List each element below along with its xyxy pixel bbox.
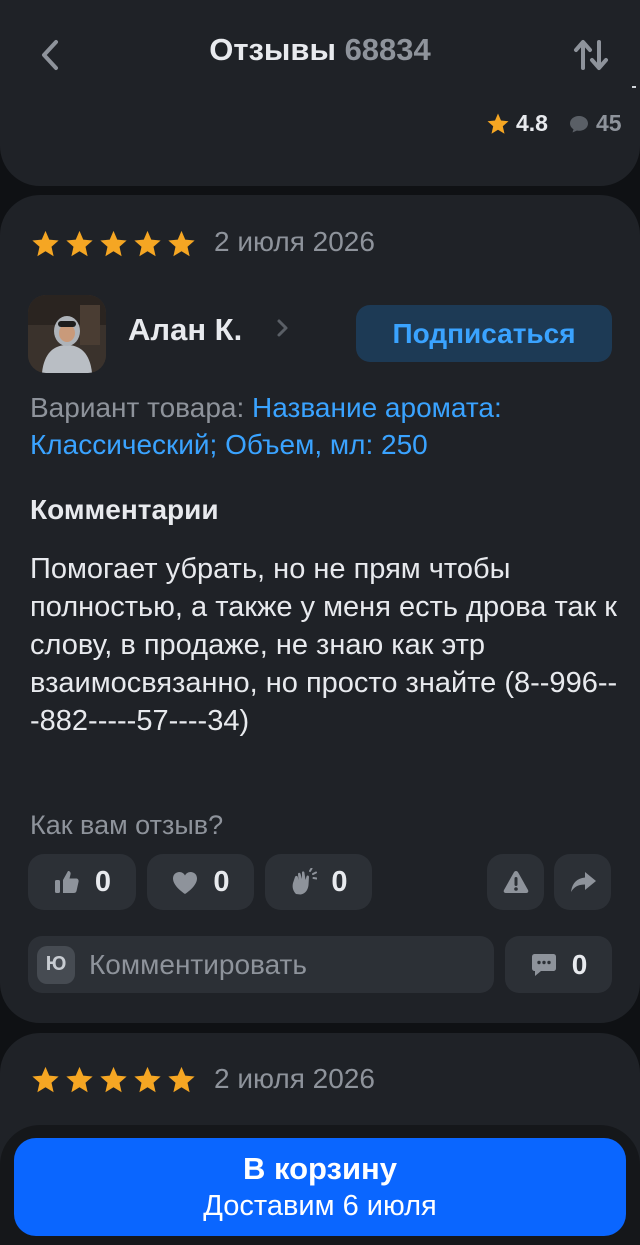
clap-button[interactable]: 0: [265, 854, 372, 910]
author-link[interactable]: [276, 313, 290, 348]
variant-label: Вариант товара:: [30, 392, 245, 423]
product-variant: Вариант товара: Название аромата: Класси…: [30, 389, 620, 463]
comments-heading: Комментарии: [30, 494, 219, 525]
average-rating: 4.8: [516, 110, 548, 136]
page-title: Отзывы 68834: [0, 32, 640, 68]
star-icon: [32, 230, 59, 257]
author-name[interactable]: Алан К.: [128, 312, 242, 348]
rating-stars: [30, 1065, 197, 1095]
star-icon: [168, 1066, 195, 1093]
avatar[interactable]: [28, 295, 106, 373]
star-icon: [134, 230, 161, 257]
reviews-page: Отзывы 68834 4.8 45 2 июля 2026 Алан К. …: [0, 0, 640, 1245]
warning-icon: [503, 871, 528, 893]
thumbs-up-icon: [54, 871, 79, 893]
sort-button[interactable]: [566, 30, 616, 80]
heart-count: 0: [213, 865, 230, 898]
comments-total: 45: [595, 110, 622, 136]
star-icon: [100, 230, 127, 257]
review-count: 68834: [344, 32, 431, 67]
like-count: 0: [94, 865, 112, 898]
chat-icon: [531, 953, 556, 976]
like-button[interactable]: 0: [28, 854, 136, 910]
divider: [632, 86, 636, 88]
review-date: 2 июля 2026: [214, 226, 375, 257]
comments-summary: 45: [568, 110, 622, 137]
chevron-right-icon: [277, 319, 288, 337]
cart-label: В корзину: [242, 1151, 397, 1186]
clap-icon: [293, 868, 318, 895]
comment-count: 0: [571, 948, 588, 980]
review-date: 2 июля 2026: [214, 1063, 375, 1094]
report-button[interactable]: [487, 854, 544, 910]
star-icon: [134, 1066, 161, 1093]
star-icon: [66, 230, 93, 257]
feedback-question: Как вам отзыв?: [30, 810, 224, 840]
avatar-photo: [28, 295, 106, 373]
comment-icon: [569, 115, 588, 132]
title-label: Отзывы: [209, 32, 336, 67]
star-icon: [100, 1066, 127, 1093]
star-icon: [66, 1066, 93, 1093]
comment-input[interactable]: Ю Комментировать: [28, 936, 494, 993]
comment-placeholder: Комментировать: [89, 948, 307, 980]
share-button[interactable]: [554, 854, 611, 910]
comments-button[interactable]: 0: [505, 936, 612, 993]
heart-button[interactable]: 0: [147, 854, 254, 910]
star-icon: [487, 113, 509, 134]
user-badge: Ю: [37, 945, 75, 984]
star-icon: [32, 1066, 59, 1093]
review-card: 2 июля 2026 Алан К. Подписаться Вариант …: [0, 195, 640, 1023]
rating-summary[interactable]: 4.8 45: [486, 110, 622, 137]
star-icon: [168, 230, 195, 257]
add-to-cart-button[interactable]: В корзину Доставим 6 июля: [14, 1138, 626, 1236]
clap-count: 0: [331, 865, 348, 898]
share-icon: [570, 872, 596, 892]
subscribe-button[interactable]: Подписаться: [356, 305, 612, 362]
rating-stars: [30, 229, 197, 259]
header: Отзывы 68834 4.8 45: [0, 0, 640, 186]
review-text: Помогает убрать, но не прям чтобы полнос…: [30, 553, 618, 737]
delivery-date: Доставим 6 июля: [203, 1190, 437, 1222]
sort-icon: [574, 40, 608, 70]
heart-icon: [173, 871, 198, 894]
